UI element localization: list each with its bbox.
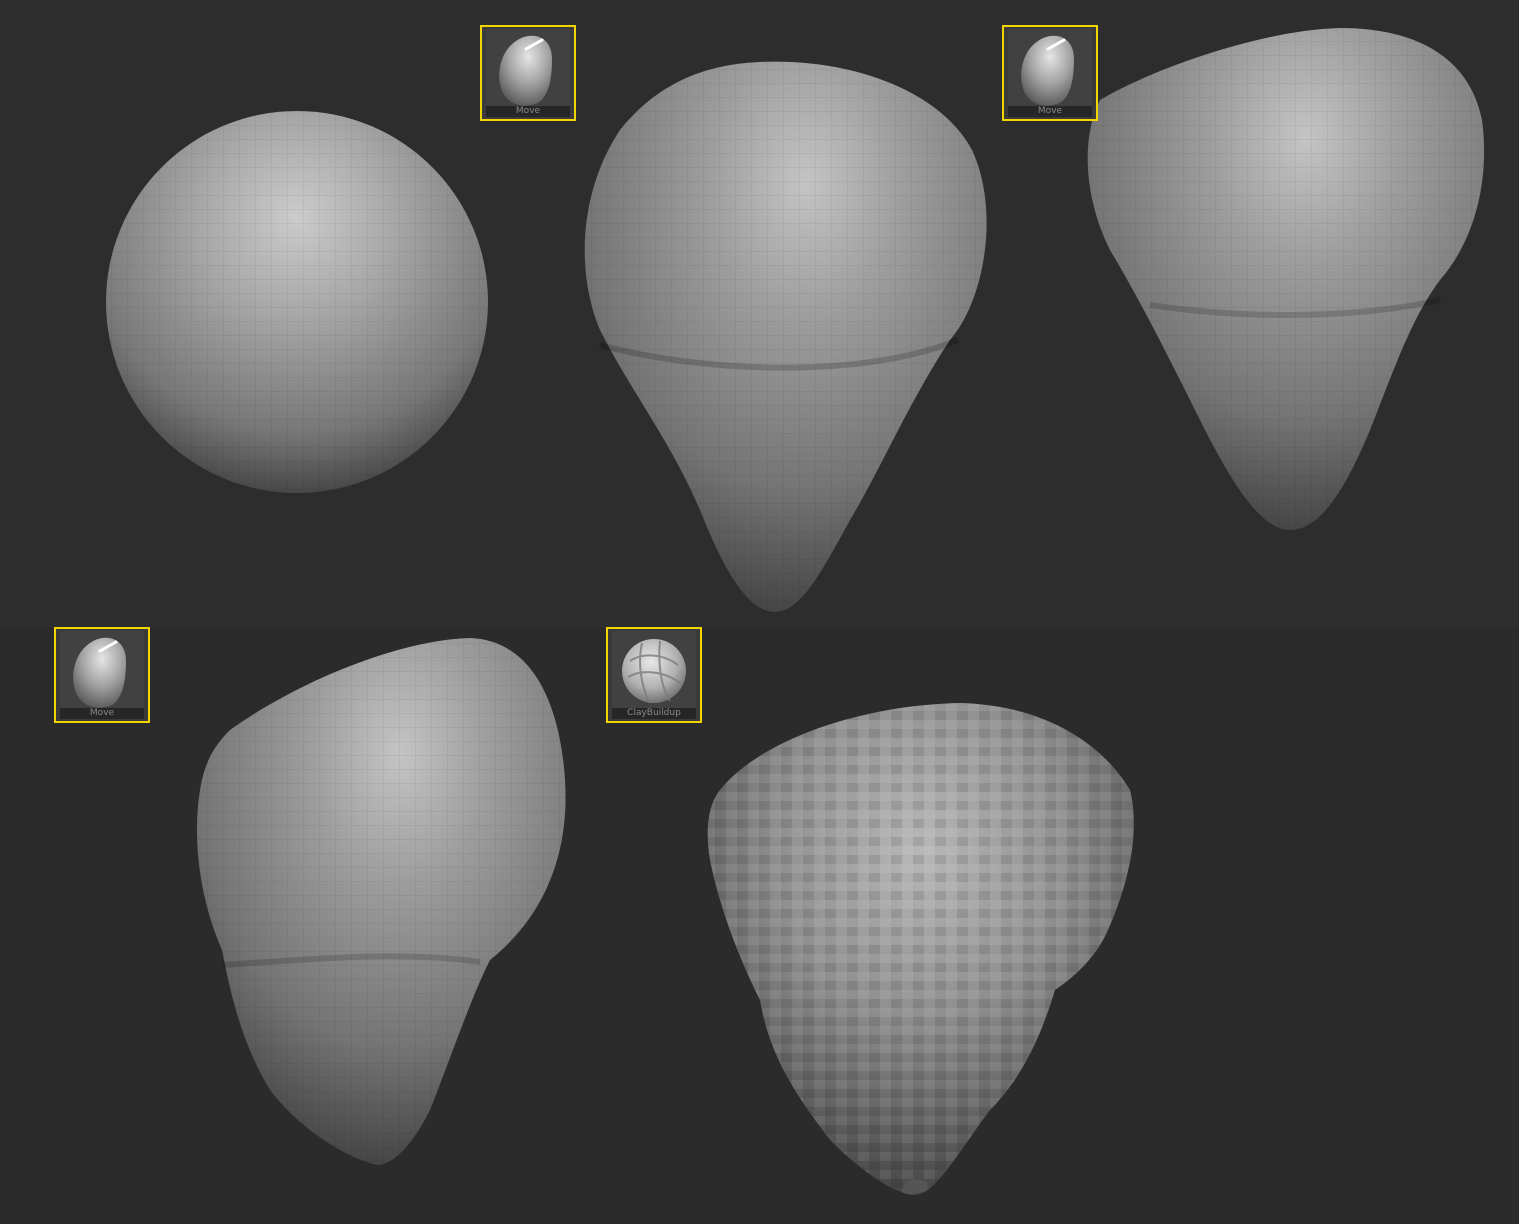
move-brush-icon xyxy=(73,637,126,708)
brush-label: Move xyxy=(486,106,570,117)
brush-label: ClayBuildup xyxy=(612,708,696,719)
sculpt-viewport[interactable]: Move Move Move ClayBuildup xyxy=(0,0,1519,1224)
brush-thumbnail-move-3[interactable]: Move xyxy=(54,627,150,723)
sculpt-meshes xyxy=(106,28,1485,1195)
claybuildup-brush-icon xyxy=(622,639,686,704)
brush-thumbnail-image xyxy=(486,29,570,111)
brush-thumbnail-move-2[interactable]: Move xyxy=(1002,25,1098,121)
base-sphere-mesh xyxy=(106,111,488,493)
move-brush-icon xyxy=(499,35,552,106)
brush-thumbnail-claybuildup[interactable]: ClayBuildup xyxy=(606,627,702,723)
brush-label: Move xyxy=(1008,106,1092,117)
move-stage-3-mesh xyxy=(196,638,566,1165)
move-stage-2-mesh xyxy=(1087,28,1485,530)
brush-thumbnail-image xyxy=(60,631,144,713)
brush-label: Move xyxy=(60,708,144,719)
brush-thumbnail-move-1[interactable]: Move xyxy=(480,25,576,121)
move-stage-1-mesh xyxy=(584,61,987,612)
claybuildup-stage-mesh xyxy=(707,703,1134,1195)
move-brush-icon xyxy=(1021,35,1074,106)
brush-thumbnail-image xyxy=(1008,29,1092,111)
brush-thumbnail-image xyxy=(612,631,696,713)
